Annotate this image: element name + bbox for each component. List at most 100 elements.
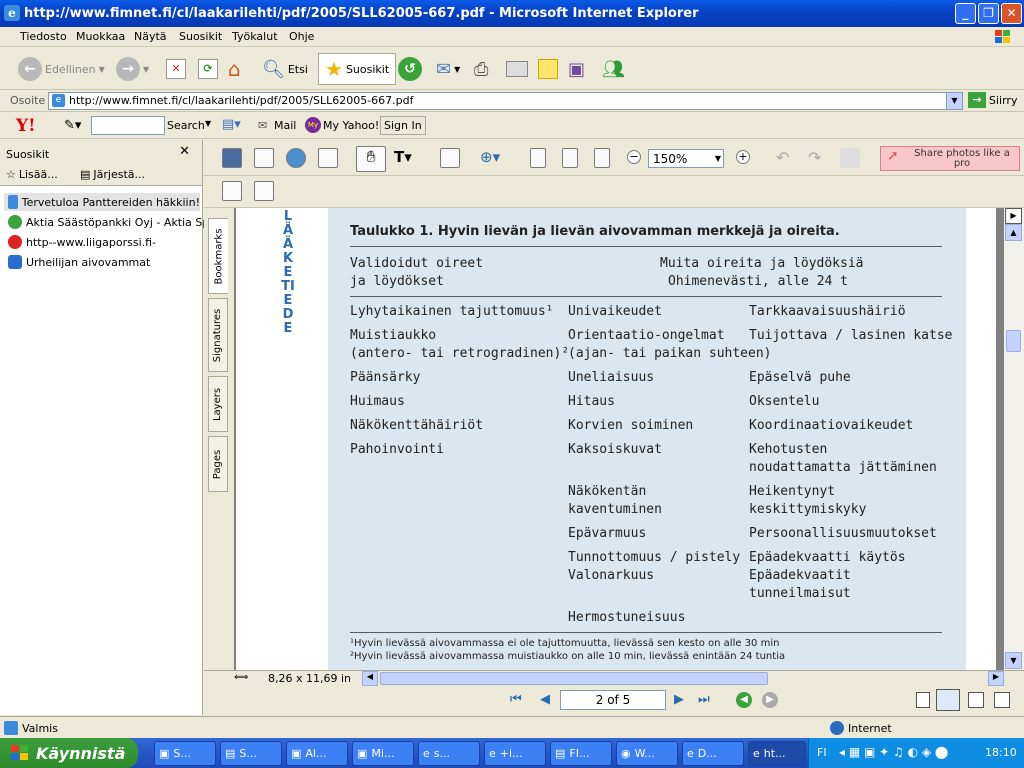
sidebar-item-aktia[interactable]: Aktia Säästöpankki Oyj - Aktia Sp... [8, 213, 220, 231]
actual-size-icon[interactable] [530, 148, 546, 168]
page-layout-icon[interactable] [222, 181, 242, 201]
scroll-right-icon[interactable]: ▶ [1005, 208, 1022, 224]
address-dropdown-icon[interactable]: ▼ [946, 93, 962, 109]
tab-pages[interactable]: Pages [208, 436, 228, 492]
snapshot-icon[interactable] [440, 148, 460, 168]
taskbar-item-fi[interactable]: ▤ FI... [550, 741, 612, 766]
taskbar-item-mi[interactable]: ▣ Mi... [352, 741, 414, 766]
yahoo-logo-icon[interactable]: Y! [16, 116, 36, 136]
my-yahoo-link[interactable]: My Yahoo! [323, 119, 379, 132]
go-forward-icon[interactable]: ▶ [762, 692, 778, 708]
chevron-down-icon[interactable]: ▼ [205, 119, 211, 128]
go-back-icon[interactable]: ◀ [736, 692, 752, 708]
maximize-button[interactable]: ❐ [978, 3, 999, 24]
continuous-facing-icon[interactable] [994, 692, 1010, 708]
document-view[interactable]: LÄÄKETIEDE Taulukko 1. Hyvin lievän ja l… [234, 208, 1004, 670]
scroll-down-icon[interactable]: ▼ [1005, 652, 1022, 669]
sidebar-item-panttereiden[interactable]: Tervetuloa Panttereiden häkkiin! [4, 193, 200, 211]
minimize-button[interactable]: _ [955, 3, 976, 24]
horizontal-scroll-thumb[interactable] [380, 672, 768, 685]
taskbar-item-ht[interactable]: e ht... [748, 741, 806, 766]
menu-file[interactable]: Tiedosto [20, 30, 67, 43]
resize-handle-icon[interactable]: ⟺ [234, 672, 248, 683]
print-button[interactable]: ⎙ [474, 54, 488, 84]
add-favorite-button[interactable]: ☆ Lisää... [6, 168, 58, 181]
tab-layers[interactable]: Layers [208, 376, 228, 432]
text-select-icon[interactable]: T▾ [394, 148, 414, 168]
last-page-icon[interactable]: ⏭ [698, 692, 710, 707]
favorites-button[interactable]: ★ Suosikit [318, 53, 397, 85]
taskbar-item-w[interactable]: ◉ W... [616, 741, 678, 766]
vertical-scrollbar[interactable]: ▶ ▲ ▼ [1004, 208, 1024, 670]
close-icon[interactable]: ✕ [179, 144, 190, 159]
zoom-in-small-icon[interactable]: + [736, 150, 750, 164]
close-button[interactable]: ✕ [1001, 3, 1022, 24]
rotate-left-icon[interactable]: ↶ [776, 148, 796, 168]
tab-bookmarks[interactable]: Bookmarks [208, 218, 228, 294]
address-input[interactable]: e http://www.fimnet.fi/cl/laakarilehti/p… [48, 92, 963, 110]
taskbar-item-d[interactable]: e D... [682, 741, 744, 766]
scroll-up-icon[interactable]: ▲ [1005, 224, 1022, 241]
organize-favorites-button[interactable]: ▤ Järjestä... [80, 168, 145, 181]
pencil-icon[interactable]: ✎▾ [64, 118, 81, 133]
binoculars-icon[interactable] [318, 148, 338, 168]
sidebar-item-aivovammat[interactable]: Urheilijan aivovammat [8, 253, 150, 271]
sidebar-item-liigaporssi[interactable]: http--www.liigaporssi.fi- [8, 233, 156, 251]
mail-button[interactable]: ✉ ▼ [436, 54, 460, 84]
yahoo-search-input[interactable] [91, 116, 165, 135]
stop-button[interactable]: ✕ [166, 54, 186, 84]
menu-view[interactable]: Näytä [134, 30, 167, 43]
globe-icon[interactable] [286, 148, 306, 168]
hand-tool-icon[interactable]: ✋︎ [356, 146, 386, 172]
share-photos-button[interactable]: ➚ Share photos like a pro [880, 146, 1020, 171]
tab-signatures[interactable]: Signatures [208, 298, 228, 372]
edit-button[interactable] [506, 54, 528, 84]
print-icon[interactable] [254, 148, 274, 168]
search-button[interactable]: 🔍︎ Etsi [262, 54, 308, 84]
yahoo-search-button[interactable]: Search [167, 119, 205, 132]
tray-icons[interactable]: ◂ ▦ ▣ ✦ ♫ ◐ ◈ ⬤ [839, 745, 948, 759]
page-number-input[interactable]: 2 of 5 [560, 690, 666, 710]
pages-icon[interactable] [840, 148, 860, 168]
sign-in-button[interactable]: Sign In [380, 116, 426, 135]
zoom-in-icon[interactable]: ⊕▾ [480, 148, 500, 168]
menu-favorites[interactable]: Suosikit [179, 30, 222, 43]
refresh-button[interactable]: ⟳ [198, 54, 218, 84]
rotate-right-icon[interactable]: ↷ [808, 148, 828, 168]
toolbar-menu-icon[interactable]: ▤▾ [222, 117, 241, 132]
menu-edit[interactable]: Muokkaa [76, 30, 125, 43]
start-button[interactable]: Käynnistä [0, 738, 138, 768]
menu-tools[interactable]: Työkalut [232, 30, 278, 43]
scroll-thumb[interactable] [1006, 330, 1021, 352]
taskbar-item-s1[interactable]: ▣ S... [154, 741, 216, 766]
go-button[interactable]: → Siirry [968, 92, 1017, 108]
research-button[interactable]: ▣ [568, 54, 585, 84]
messenger-button[interactable]: 👥︎ [602, 54, 625, 84]
save-icon[interactable] [222, 148, 242, 168]
language-indicator[interactable]: FI [817, 746, 827, 759]
scroll-right-icon[interactable]: ▶ [988, 671, 1004, 686]
notes-button[interactable] [538, 54, 558, 84]
yahoo-mail-link[interactable]: Mail [274, 119, 296, 132]
scroll-left-icon[interactable]: ◀ [362, 671, 378, 686]
first-page-icon[interactable]: ⏮ [510, 692, 522, 707]
fit-width-icon[interactable] [594, 148, 610, 168]
page-extract-icon[interactable] [254, 181, 274, 201]
taskbar-item-i[interactable]: e +i... [484, 741, 546, 766]
home-button[interactable]: ⌂ [228, 54, 241, 84]
taskbar-item-s3[interactable]: e s... [418, 741, 480, 766]
taskbar-item-al[interactable]: ▣ Al... [286, 741, 348, 766]
menu-help[interactable]: Ohje [289, 30, 314, 43]
single-page-icon[interactable] [916, 692, 930, 708]
zoom-out-icon[interactable]: − [627, 150, 641, 164]
fit-page-icon[interactable] [562, 148, 578, 168]
forward-button[interactable]: → ▼ [116, 54, 149, 84]
next-page-icon[interactable]: ▶ [674, 692, 684, 707]
facing-page-icon[interactable] [968, 692, 984, 708]
back-button[interactable]: ← Edellinen ▼ [18, 54, 105, 84]
history-button[interactable]: ↺ [398, 54, 422, 84]
continuous-page-icon[interactable] [936, 689, 960, 711]
zoom-select[interactable]: 150% ▼ [648, 149, 724, 168]
taskbar-item-s2[interactable]: ▤ S... [220, 741, 282, 766]
previous-page-icon[interactable]: ◀ [540, 692, 550, 707]
